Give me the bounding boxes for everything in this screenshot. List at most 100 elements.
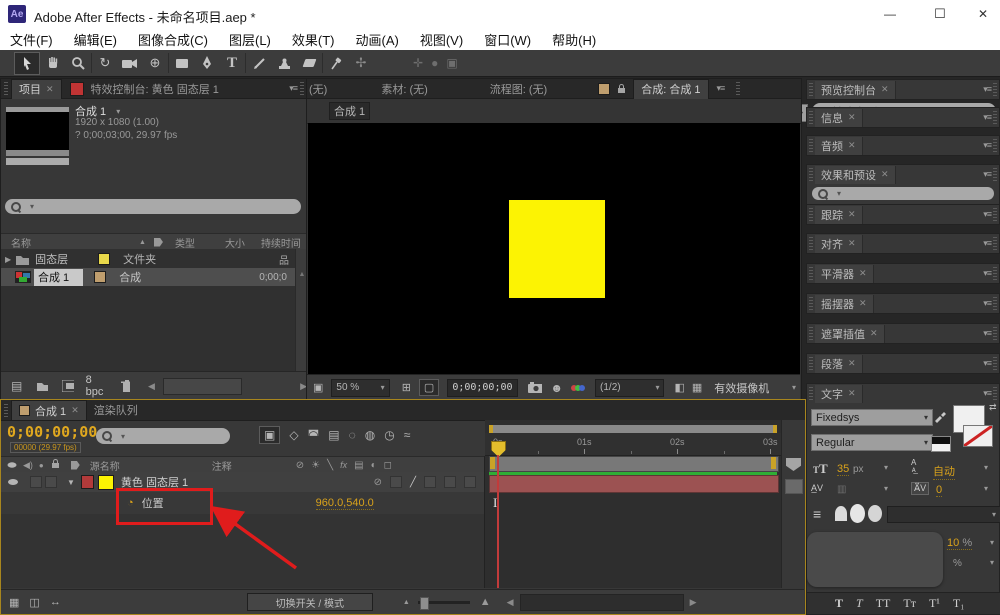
caret-down-icon[interactable]: ▾ <box>884 463 888 472</box>
switch-well[interactable] <box>390 476 402 488</box>
close-icon[interactable]: ✕ <box>46 84 54 95</box>
zoom-out-mountain-icon[interactable]: ▲ <box>403 599 410 606</box>
subscript-button[interactable]: T₁ <box>953 596 965 611</box>
faux-bold-button[interactable]: T <box>835 596 843 611</box>
motion-blur-icon[interactable]: ◌ <box>349 428 356 442</box>
tab-timeline-comp[interactable]: 合成 1✕ <box>11 400 87 420</box>
tab-tracker[interactable]: 跟踪✕ <box>815 206 863 224</box>
maximize-button[interactable]: ☐ <box>925 4 955 24</box>
switch-well[interactable] <box>464 476 476 488</box>
panel-menu-icon[interactable]: ▾≡ <box>983 140 991 151</box>
stroke-color-swatch[interactable] <box>963 425 993 447</box>
always-preview-icon[interactable]: ▣ <box>313 381 323 394</box>
caret-down-icon[interactable]: ▾ <box>984 484 988 493</box>
panel-menu-icon[interactable]: ▾≡ <box>983 328 991 339</box>
panel-menu-icon[interactable]: ▾≡ <box>983 298 991 309</box>
panel-menu-icon[interactable]: ▾≡ <box>289 83 297 94</box>
work-area-end-handle[interactable] <box>771 457 776 469</box>
caret-down-icon[interactable]: ▾ <box>984 463 988 472</box>
tab-audio[interactable]: 音频✕ <box>815 137 863 155</box>
tab-info[interactable]: 信息✕ <box>815 109 863 127</box>
show-snapshot-icon[interactable]: ☻ <box>550 381 563 395</box>
effects-search-input[interactable]: ▾ <box>812 187 994 200</box>
timeline-current-time[interactable]: 0;00;00;00 <box>7 423 97 441</box>
tab-smoother[interactable]: 平滑器✕ <box>815 265 874 283</box>
all-caps-button[interactable]: TT <box>876 596 891 611</box>
switch-well[interactable] <box>444 476 456 488</box>
panel-menu-icon[interactable]: ▾≡ <box>983 84 991 95</box>
close-icon[interactable]: ✕ <box>848 112 856 123</box>
tracking-value[interactable]: 0 <box>936 484 942 497</box>
comp-button-icon[interactable] <box>785 479 803 494</box>
safe-zones-icon[interactable]: ⊞ <box>402 381 411 394</box>
expand-transfer-controls-icon[interactable]: ◫ <box>29 596 39 609</box>
scroll-left-icon[interactable]: ◀ <box>148 381 155 392</box>
work-area-start-handle[interactable] <box>490 457 495 469</box>
column-size[interactable]: 大小 <box>225 235 245 250</box>
leading-value[interactable]: 自动 <box>933 463 955 480</box>
clone-stamp-tool[interactable] <box>272 53 296 74</box>
tab-footage-viewer[interactable]: 素材: (无) <box>374 79 434 98</box>
scroll-right-icon[interactable]: ▶ <box>690 597 697 608</box>
quality-switch[interactable]: ╱ <box>410 477 416 488</box>
tab-project[interactable]: 项目✕ <box>11 79 62 99</box>
zoom-in-mountain-icon[interactable]: ▲ <box>480 596 491 608</box>
project-hscroll-thumb[interactable] <box>163 378 242 395</box>
panel-menu-icon[interactable]: ▾≡ <box>983 112 991 123</box>
tab-align[interactable]: 对齐✕ <box>815 235 863 253</box>
pan-behind-tool[interactable]: ⊕ <box>143 53 167 74</box>
label-swatch[interactable] <box>98 253 110 265</box>
brush-tool[interactable] <box>247 53 271 74</box>
tab-render-queue[interactable]: 渲染队列 <box>87 401 145 420</box>
caret-down-icon[interactable]: ▾ <box>990 558 994 567</box>
menu-help[interactable]: 帮助(H) <box>552 30 596 49</box>
audio-toggle-well[interactable] <box>30 476 42 488</box>
menu-window[interactable]: 窗口(W) <box>484 30 531 49</box>
type-tool[interactable]: T <box>220 53 244 74</box>
comp-marker-bin[interactable] <box>786 458 801 471</box>
label-swatch[interactable] <box>94 271 106 283</box>
panel-menu-icon[interactable]: ▾≡ <box>983 209 991 220</box>
expand-layer-switches-icon[interactable]: ▦ <box>9 596 19 609</box>
panel-menu-icon[interactable]: ▾≡ <box>983 268 991 279</box>
timeline-search-input[interactable]: ▾ <box>96 428 230 444</box>
panel-menu-icon[interactable]: ▾≡ <box>983 169 991 180</box>
property-value[interactable]: 960.0,540.0 <box>316 497 374 510</box>
minimize-button[interactable]: — <box>875 4 905 24</box>
region-of-interest-icon[interactable]: ▢ <box>419 379 439 396</box>
menu-animation[interactable]: 动画(A) <box>356 30 399 49</box>
panel-menu-icon[interactable]: ▾≡ <box>717 83 725 94</box>
project-row-comp[interactable]: 合成 1 合成 0;00;0 <box>1 268 295 286</box>
superscript-button[interactable]: T¹ <box>929 596 940 611</box>
layer-label-color[interactable] <box>81 475 94 489</box>
tab-effect-controls[interactable]: 特效控制台: 黄色 固态层 1 <box>84 79 226 98</box>
bit-depth-button[interactable]: 8 bpc <box>86 374 106 398</box>
channels-icon[interactable] <box>571 385 585 391</box>
solo-toggle-well[interactable] <box>45 476 57 488</box>
menu-effect[interactable]: 效果(T) <box>292 30 335 49</box>
tab-mask-interpolation[interactable]: 遮罩插值✕ <box>815 325 885 343</box>
graph-editor-icon[interactable]: ≈ <box>404 428 411 442</box>
menu-view[interactable]: 视图(V) <box>420 30 463 49</box>
new-folder-icon[interactable] <box>36 380 48 392</box>
timeline-zoom-slider[interactable] <box>418 601 470 604</box>
hand-tool[interactable] <box>41 53 65 74</box>
timeline-hscroll[interactable] <box>520 594 684 611</box>
zoom-tool[interactable] <box>66 53 90 74</box>
close-icon[interactable]: ✕ <box>859 268 867 279</box>
default-fill-stroke-swatch[interactable] <box>931 436 951 452</box>
tab-character[interactable]: 文字✕ <box>815 385 863 403</box>
column-type[interactable]: 类型 <box>175 235 195 250</box>
trash-icon[interactable] <box>121 380 130 393</box>
close-icon[interactable]: ✕ <box>848 140 856 151</box>
expander-closed-icon[interactable]: ▶ <box>5 255 11 264</box>
position-property-row[interactable]: ◔ 位置 960.0,540.0 <box>1 492 484 514</box>
work-area-bar[interactable] <box>489 456 779 472</box>
tab-layer-viewer[interactable]: (无) <box>307 79 334 98</box>
collapse-switch[interactable]: ⊘ <box>374 477 382 488</box>
close-icon[interactable]: ✕ <box>848 238 856 249</box>
layer-expander-icon[interactable]: ▼ <box>67 478 75 487</box>
unified-camera-tool[interactable] <box>118 53 142 74</box>
font-style-dropdown[interactable]: Regular ▾ <box>811 434 933 451</box>
tab-paragraph[interactable]: 段落✕ <box>815 355 863 373</box>
